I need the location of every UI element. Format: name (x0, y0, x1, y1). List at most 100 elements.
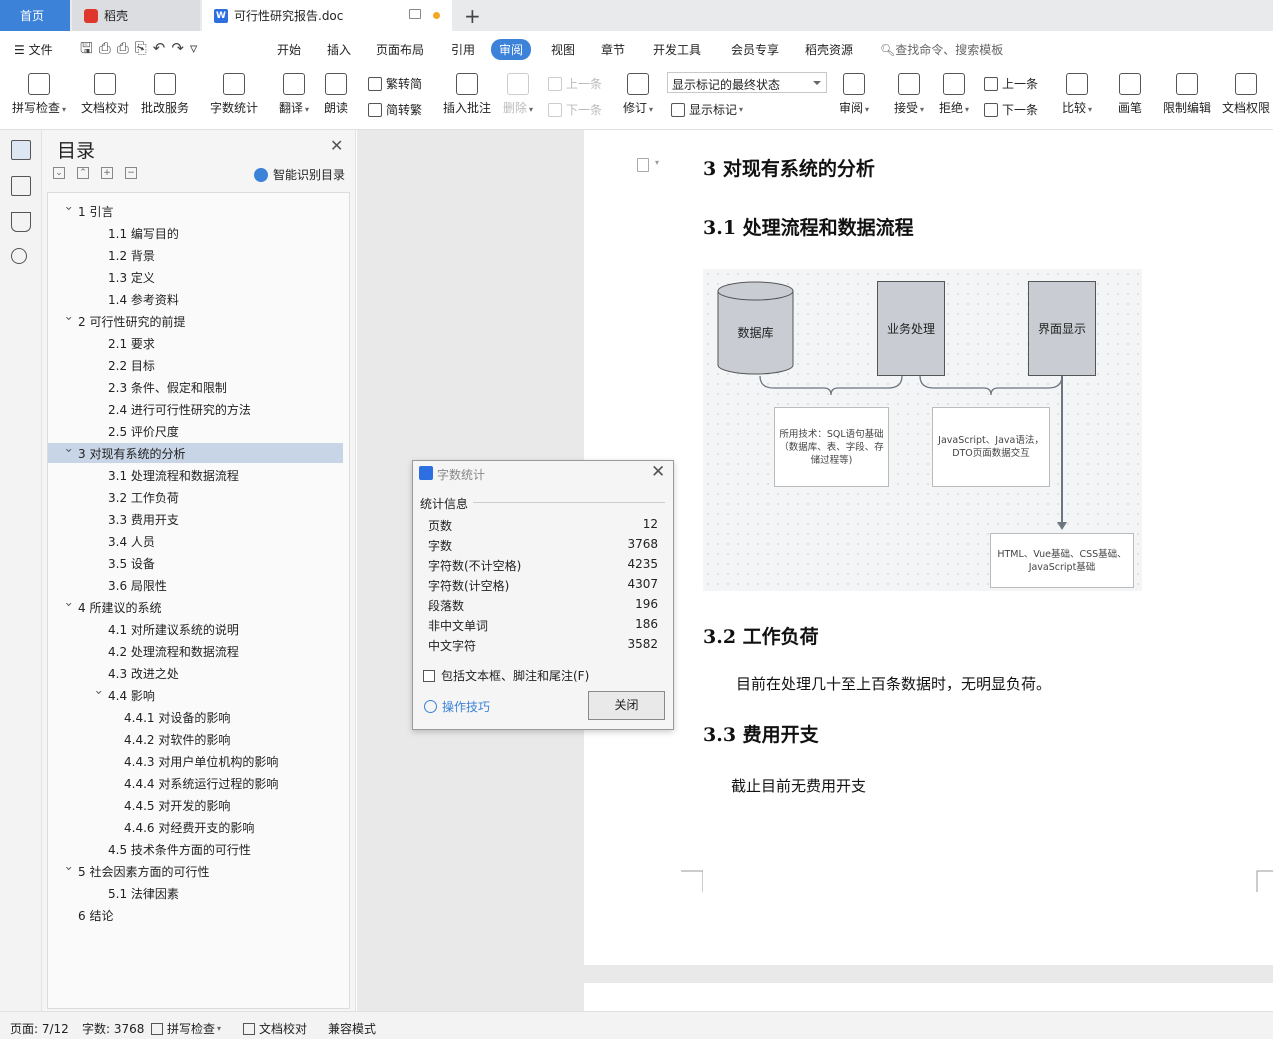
quick-access-icons[interactable]: 🖫⎙⎙⎘↶↷▿ (80, 38, 203, 63)
toc-item[interactable]: 4.4.5 对开发的影响 (48, 795, 343, 815)
markup-state-select[interactable]: 显示标记的最终状态 (667, 72, 827, 93)
toc-item[interactable]: 5.1 法律因素 (48, 883, 343, 903)
ui-display-box[interactable]: 界面显示 (1028, 281, 1096, 376)
toc-item[interactable]: › 5 社会因素方面的可行性 (48, 861, 343, 881)
review-pane-button[interactable]: 审阅 ▾ (839, 73, 869, 116)
find-icon[interactable] (11, 248, 27, 264)
toc-item[interactable]: 2.5 评价尺度 (48, 421, 343, 441)
accept-button[interactable]: 接受 ▾ (894, 73, 924, 116)
status-spell-check[interactable]: 拼写检查 ▾ (151, 1020, 221, 1037)
doc-options-icon[interactable] (637, 158, 649, 172)
next-comment-button[interactable]: 下一条 (548, 101, 602, 118)
toc-item[interactable]: 3.1 处理流程和数据流程 (48, 465, 343, 485)
compare-button[interactable]: 比较 ▾ (1062, 73, 1092, 116)
toc-item[interactable]: 2.2 目标 (48, 355, 343, 375)
toc-item[interactable]: 1.1 编写目的 (48, 223, 343, 243)
menu-vip[interactable]: 会员专享 (731, 41, 779, 58)
toc-item[interactable]: 4.4.6 对经费开支的影响 (48, 817, 343, 837)
heading-3[interactable]: 3 对现有系统的分析 (703, 154, 875, 181)
read-aloud-button[interactable]: 朗读 (324, 73, 348, 116)
status-page[interactable]: 页面: 7/12 (10, 1020, 69, 1037)
paragraph-3-2[interactable]: 目前在处理几十至上百条数据时，无明显负荷。 (736, 673, 1051, 694)
restrict-edit-button[interactable]: 限制编辑 (1163, 73, 1211, 116)
expand-chevron-icon[interactable]: › (92, 690, 106, 700)
collapse-all-icon[interactable]: ⌄ (53, 167, 65, 179)
doc-options-caret-icon[interactable]: ▾ (655, 158, 659, 167)
smart-toc-button[interactable]: 智能识别目录 (254, 166, 345, 183)
dialog-close-icon[interactable]: ✕ (651, 462, 665, 482)
menu-layout[interactable]: 页面布局 (376, 41, 424, 58)
toc-item[interactable]: 4.2 处理流程和数据流程 (48, 641, 343, 661)
menu-devtools[interactable]: 开发工具 (653, 41, 701, 58)
flow-diagram[interactable]: 数据库 业务处理 界面显示 所用技术：SQL语句基础（数据库、表、字段、存储过程… (703, 269, 1142, 591)
toc-item[interactable]: 3.3 费用开支 (48, 509, 343, 529)
toc-item[interactable]: 2.1 要求 (48, 333, 343, 353)
toc-item[interactable]: 2.4 进行可行性研究的方法 (48, 399, 343, 419)
toc-item[interactable]: 4.5 技术条件方面的可行性 (48, 839, 343, 859)
menu-view[interactable]: 视图 (551, 41, 575, 58)
toc-item[interactable]: 4.4.2 对软件的影响 (48, 729, 343, 749)
next-change-button[interactable]: 下一条 (984, 101, 1038, 118)
tab-daoke[interactable]: 稻壳 (72, 0, 200, 31)
toc-item[interactable]: 1.4 参考资料 (48, 289, 343, 309)
simp-to-trad-button[interactable]: 简转繁 (368, 101, 422, 118)
note-sql[interactable]: 所用技术：SQL语句基础（数据库、表、字段、存储过程等) (774, 407, 889, 487)
toc-item[interactable]: 3.5 设备 (48, 553, 343, 573)
word-count-button[interactable]: 字数统计 (210, 73, 258, 116)
proofread-button[interactable]: 文档校对 (81, 73, 129, 116)
expand-chevron-icon[interactable]: › (62, 448, 76, 458)
bookmark-icon[interactable] (11, 212, 31, 232)
expand-up-icon[interactable]: ⌃ (77, 167, 89, 179)
heading-3-3[interactable]: 3.3 费用开支 (703, 720, 819, 747)
translate-button[interactable]: 翻译 ▾ (279, 73, 309, 116)
expand-chevron-icon[interactable]: › (62, 206, 76, 216)
show-markup-button[interactable]: 显示标记 ▾ (671, 101, 743, 118)
toc-item[interactable]: › 3 对现有系统的分析 (48, 443, 343, 463)
menu-chapter[interactable]: 章节 (601, 41, 625, 58)
note-javascript[interactable]: JavaScript、Java语法，DTO页面数据交互 (932, 407, 1050, 487)
menu-start[interactable]: 开始 (277, 41, 301, 58)
menu-daoke-resources[interactable]: 稻壳资源 (805, 41, 853, 58)
database-cylinder[interactable]: 数据库 (717, 281, 794, 376)
toc-item[interactable]: › 1 引言 (48, 201, 343, 221)
monitor-icon[interactable] (409, 9, 421, 19)
toc-item[interactable]: › 4.4 影响 (48, 685, 343, 705)
toc-item[interactable]: 4.3 改进之处 (48, 663, 343, 683)
toc-item[interactable]: 4.4.1 对设备的影响 (48, 707, 343, 727)
expand-chevron-icon[interactable]: › (62, 866, 76, 876)
toc-panel-icon[interactable] (11, 140, 31, 160)
status-proofread[interactable]: 文档校对 (243, 1020, 307, 1037)
track-changes-button[interactable]: 修订 ▾ (623, 73, 653, 116)
expand-chevron-icon[interactable]: › (62, 602, 76, 612)
toc-item[interactable]: 3.4 人员 (48, 531, 343, 551)
status-words[interactable]: 字数: 3768 (82, 1020, 144, 1037)
trad-to-simp-button[interactable]: 繁转简 (368, 75, 422, 92)
toc-item[interactable]: 2.3 条件、假定和限制 (48, 377, 343, 397)
new-tab-plus-icon[interactable]: + (464, 4, 481, 28)
toc-item[interactable]: 4.4.3 对用户单位机构的影响 (48, 751, 343, 771)
business-logic-box[interactable]: 业务处理 (877, 281, 945, 376)
menu-insert[interactable]: 插入 (327, 41, 351, 58)
heading-3-1[interactable]: 3.1 处理流程和数据流程 (703, 213, 914, 240)
toc-item[interactable]: › 4 所建议的系统 (48, 597, 343, 617)
tips-link[interactable]: 操作技巧 (424, 698, 490, 715)
delete-comment-button[interactable]: 删除 ▾ (503, 73, 533, 116)
include-textbox-checkbox[interactable]: 包括文本框、脚注和尾注(F) (423, 667, 589, 684)
tab-home[interactable]: 首页 (0, 0, 70, 31)
insert-comment-button[interactable]: 插入批注 (443, 73, 491, 116)
add-level-icon[interactable]: + (101, 167, 113, 179)
menu-file[interactable]: ☰ 文件 (14, 41, 53, 58)
pen-button[interactable]: 画笔 (1118, 73, 1142, 116)
reject-button[interactable]: 拒绝 ▾ (939, 73, 969, 116)
document-rights-button[interactable]: 文档权限 (1222, 73, 1270, 116)
toc-close-icon[interactable]: ✕ (330, 136, 343, 155)
toc-item[interactable]: › 2 可行性研究的前提 (48, 311, 343, 331)
spell-check-button[interactable]: 拼写检查 ▾ (12, 73, 66, 116)
expand-chevron-icon[interactable]: › (62, 316, 76, 326)
command-search[interactable]: 🔍︎查找命令、搜索模板 (880, 41, 1003, 58)
dialog-close-button[interactable]: 关闭 (588, 691, 665, 720)
heading-3-2[interactable]: 3.2 工作负荷 (703, 622, 819, 649)
toc-item[interactable]: 1.2 背景 (48, 245, 343, 265)
batch-correct-button[interactable]: 批改服务 (141, 73, 189, 116)
toc-item[interactable]: 3.6 局限性 (48, 575, 343, 595)
